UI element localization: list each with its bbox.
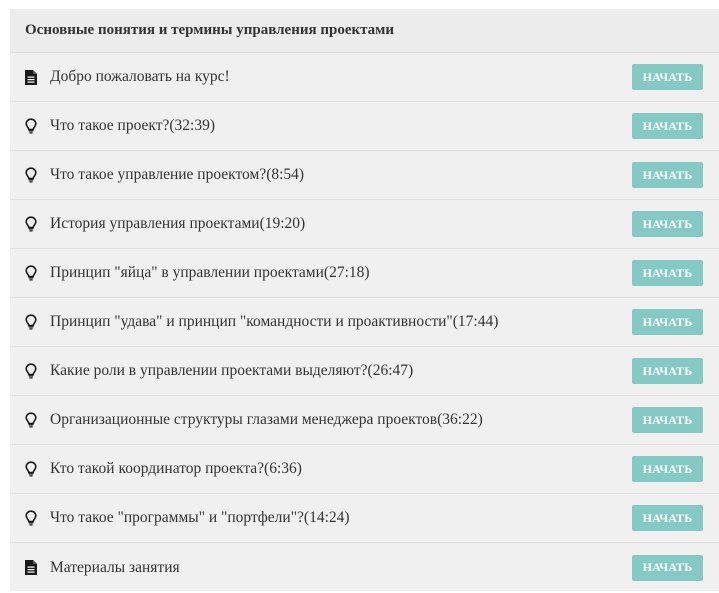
- lesson-title: Материалы занятия: [50, 558, 180, 576]
- start-button[interactable]: НАЧАТЬ: [632, 407, 703, 433]
- lesson-title: Что такое "программы" и "портфели"?(14:2…: [50, 509, 350, 526]
- lesson-title: Принцип "удава" и принцип "командности и…: [50, 313, 499, 330]
- lesson-title: Принцип "яйца" в управлении проектами(27…: [50, 264, 370, 281]
- start-button[interactable]: НАЧАТЬ: [632, 113, 703, 139]
- document-icon: [24, 560, 38, 576]
- lightbulb-icon: [24, 118, 38, 134]
- lesson-title: Кто такой координатор проекта?(6:36): [50, 460, 302, 477]
- start-button[interactable]: НАЧАТЬ: [632, 260, 703, 286]
- start-button[interactable]: НАЧАТЬ: [632, 358, 703, 384]
- start-button[interactable]: НАЧАТЬ: [632, 162, 703, 188]
- start-button[interactable]: НАЧАТЬ: [632, 64, 703, 90]
- lesson-row: Организационные структуры глазами менедж…: [10, 396, 719, 445]
- lightbulb-icon: [24, 167, 38, 183]
- lesson-row: Что такое "программы" и "портфели"?(14:2…: [10, 494, 719, 543]
- start-button[interactable]: НАЧАТЬ: [632, 505, 703, 531]
- lesson-title: Организационные структуры глазами менедж…: [50, 411, 483, 428]
- lightbulb-icon: [24, 314, 38, 330]
- start-button[interactable]: НАЧАТЬ: [632, 211, 703, 237]
- lesson-title: Что такое проект?(32:39): [50, 117, 216, 134]
- panel-header: Основные понятия и термины управления пр…: [10, 9, 719, 53]
- lesson-title: История управления проектами(19:20): [50, 215, 306, 232]
- lesson-row: История управления проектами(19:20) НАЧАТ…: [10, 200, 719, 249]
- lightbulb-icon: [24, 363, 38, 379]
- lesson-row: Материалы занятия НАЧАТЬ: [10, 543, 719, 592]
- lesson-row: Что такое управление проектом?(8:54) НАЧА…: [10, 151, 719, 200]
- lesson-row: Принцип "удава" и принцип "командности и…: [10, 298, 719, 347]
- lightbulb-icon: [24, 216, 38, 232]
- start-button[interactable]: НАЧАТЬ: [632, 309, 703, 335]
- lightbulb-icon: [24, 265, 38, 281]
- lesson-list: Добро пожаловать на курс! НАЧАТЬ Что тако…: [10, 53, 719, 592]
- lesson-row: Какие роли в управлении проектами выделя…: [10, 347, 719, 396]
- lesson-row: Что такое проект?(32:39) НАЧАТЬ: [10, 102, 719, 151]
- start-button[interactable]: НАЧАТЬ: [632, 554, 703, 581]
- lesson-title: Что такое управление проектом?(8:54): [50, 166, 305, 183]
- start-button[interactable]: НАЧАТЬ: [632, 456, 703, 482]
- lightbulb-icon: [24, 510, 38, 526]
- panel-title: Основные понятия и термины управления пр…: [25, 22, 395, 38]
- lesson-row: Добро пожаловать на курс! НАЧАТЬ: [10, 53, 719, 102]
- lesson-row: Кто такой координатор проекта?(6:36) НАЧА…: [10, 445, 719, 494]
- lesson-row: Принцип "яйца" в управлении проектами(27…: [10, 249, 719, 298]
- lesson-title: Какие роли в управлении проектами выделя…: [50, 362, 414, 379]
- document-icon: [24, 69, 38, 85]
- course-panel: Основные понятия и термины управления пр…: [10, 9, 719, 591]
- lesson-title: Добро пожаловать на курс!: [50, 68, 230, 85]
- lightbulb-icon: [24, 412, 38, 428]
- lightbulb-icon: [24, 461, 38, 477]
